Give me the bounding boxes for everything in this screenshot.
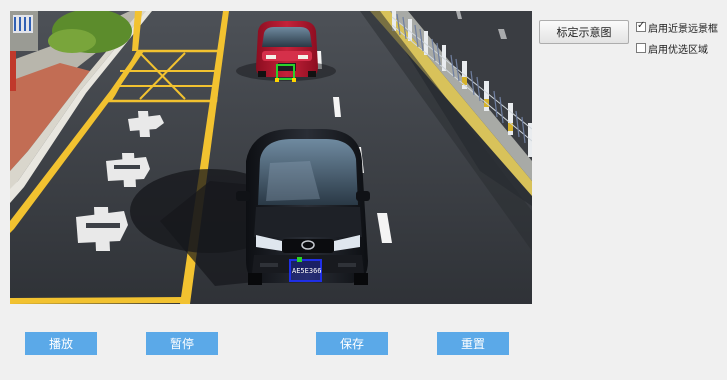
reset-button[interactable]: 重置: [437, 332, 509, 355]
checkbox-checked[interactable]: ✓: [636, 20, 646, 32]
app-window: AE5E366 标定示意图 ✓ 启用近景远景框 启用优选区域 播放 暂停 保存 …: [0, 0, 727, 380]
enable-near-far-box-checkbox[interactable]: ✓ 启用近景远景框: [636, 20, 718, 35]
enable-preferred-region-label: 启用优选区域: [648, 44, 708, 56]
detection-box-red-car: [275, 64, 296, 82]
plate-label: AE5E366: [292, 267, 322, 275]
check-icon: ✓: [637, 20, 646, 31]
detection-box-black-car: AE5E366: [289, 257, 322, 282]
save-button[interactable]: 保存: [316, 332, 388, 355]
calibration-diagram-button[interactable]: 标定示意图: [539, 20, 629, 44]
detection-corner-marker: [292, 78, 296, 82]
road-scene: [10, 11, 532, 304]
video-preview[interactable]: AE5E366: [10, 11, 532, 304]
checkbox-unchecked[interactable]: [636, 43, 646, 53]
play-button[interactable]: 播放: [25, 332, 97, 355]
pause-button[interactable]: 暂停: [146, 332, 218, 355]
enable-preferred-region-checkbox[interactable]: 启用优选区域: [636, 41, 708, 56]
plate-marker: [297, 257, 302, 262]
enable-near-far-box-label: 启用近景远景框: [648, 23, 718, 35]
detection-corner-marker: [275, 78, 279, 82]
